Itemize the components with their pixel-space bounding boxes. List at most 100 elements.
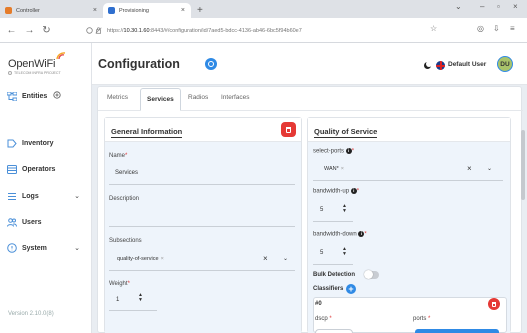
logo-subtitle: TELECOM INFRA PROJECT [8,71,68,76]
page-title: Configuration [98,57,180,71]
bandwidth-down-value: 5 [320,250,324,256]
user-name[interactable]: Default User [448,61,486,68]
close-icon[interactable]: × [93,7,97,14]
select-ports-label-text: select-ports [313,148,345,155]
subsections-label: Subsections [109,238,142,244]
back-icon[interactable]: ← [5,25,18,36]
select-ports-label: select-ports i * [313,148,355,155]
sidebar-item-users[interactable]: Users [0,212,92,232]
download-icon[interactable]: ⇩ [493,24,500,33]
browser-tab-title: Controller [16,7,40,14]
delete-classifier-button[interactable] [488,298,500,310]
tab-radios[interactable]: Radios [188,94,208,101]
users-icon [7,217,17,227]
name-input-value: Services [115,170,139,176]
language-flag-icon[interactable] [436,61,445,70]
description-label: Description [109,196,140,202]
dark-mode-icon[interactable] [424,61,432,69]
bandwidth-up-input[interactable]: 5 [313,200,353,222]
bandwidth-up-stepper[interactable]: ▲ ▼ [342,204,347,214]
browser-toolbar: ← → ↻ https://10.30.1.60:8443/#/configur… [0,18,527,43]
bandwidth-down-input[interactable]: 5 [313,243,353,265]
classifiers-label: Classifiers [313,286,344,292]
weight-stepper[interactable]: ▲ ▼ [138,293,143,303]
weight-label-text: Weight [109,281,128,287]
openwifi-logo[interactable]: OpenWiFi TELECOM INFRA PROJECT [8,58,68,76]
url-path: :8443/#/configuration/id/7aed5-bdcc-4136… [149,27,302,34]
tab-services[interactable]: Services [140,88,181,111]
chip-label: WAN* [324,166,339,172]
forward-icon[interactable]: → [23,25,36,36]
add-entity-icon[interactable] [53,91,61,101]
name-label-text: Name [109,153,126,159]
chevron-down-icon[interactable]: ⌄ [283,255,288,262]
weight-input[interactable]: 1 [109,291,157,311]
weight-label: Weight* [109,281,130,287]
sidebar-item-system[interactable]: System ⌄ [0,238,92,258]
operators-icon [7,164,17,174]
inventory-icon [7,138,17,148]
restore-icon[interactable]: ▫ [497,2,500,11]
favicon-icon [5,7,12,14]
sidebar-item-label: Users [22,218,42,226]
reload-icon[interactable]: ↻ [40,25,53,36]
bulk-detection-toggle[interactable] [364,270,379,279]
logo-subtitle-text: TELECOM INFRA PROJECT [14,71,61,75]
dscp-label-text: dscp [315,316,328,322]
extensions-icon[interactable]: ◎ [477,24,484,33]
browser-menu-icon[interactable]: ≡ [510,24,515,33]
clear-icon[interactable]: × [263,254,268,263]
sidebar-item-logs[interactable]: Logs ⌄ [0,186,92,206]
logs-icon [7,191,17,201]
site-info-icon[interactable] [86,27,93,34]
sidebar-item-operators[interactable]: Operators [0,159,92,179]
url-scheme: https:// [107,27,124,34]
name-input[interactable]: Services [109,165,295,185]
trash-icon [492,301,496,307]
quality-of-service-title: Quality of Service [314,127,378,138]
close-icon[interactable]: × [181,7,185,14]
panel-title: Quality of Service [308,118,510,142]
avatar[interactable]: DU [497,56,513,72]
sidebar-item-label: Operators [22,165,56,173]
chevron-down-icon[interactable]: ⌄ [487,165,492,172]
sidebar-item-entities[interactable]: Entities [0,86,92,106]
browser-tab-controller[interactable]: Controller × [0,3,103,18]
sidebar-item-inventory[interactable]: Inventory [0,133,92,153]
page-header: Configuration Default User DU [92,43,527,85]
dscp-select[interactable] [315,329,353,333]
minimize-icon[interactable]: – [480,2,484,11]
page-scrollbar[interactable] [521,130,525,200]
bandwidth-up-value: 5 [320,207,324,213]
browser-tab-provisioning[interactable]: Provisioning × [103,3,191,18]
window-close-icon[interactable]: × [513,2,518,11]
bandwidth-down-stepper[interactable]: ▲ ▼ [342,247,347,257]
add-classifier-button[interactable]: + [346,284,356,294]
new-tab-button[interactable]: + [197,3,203,18]
bookmark-star-icon[interactable]: ☆ [430,24,437,33]
chevron-down-icon: ⌄ [74,245,80,252]
description-input[interactable] [109,207,295,227]
configuration-info-icon[interactable] [205,58,217,70]
name-label: Name* [109,153,128,159]
bandwidth-down-label: bandwidth-down i * [313,231,367,238]
weight-input-value: 1 [116,297,120,303]
browser-tab-bar: Controller × Provisioning × + ⌄ – ▫ × [0,0,527,18]
sidebar-item-label: Logs [22,192,39,200]
configuration-tabs: Metrics Services Radios Interfaces [98,87,523,111]
ports-input[interactable] [415,329,499,333]
chip-remove-icon[interactable]: × [341,166,344,172]
tab-metrics[interactable]: Metrics [107,94,128,101]
browser-tab-title: Provisioning [119,7,149,14]
tab-interfaces[interactable]: Interfaces [221,94,250,101]
tab-search-chevron-icon[interactable]: ⌄ [455,2,462,11]
bandwidth-up-label: bandwidth-up i * [313,188,360,195]
chevron-down-icon: ⌄ [74,193,80,200]
chip-remove-icon[interactable]: × [161,256,164,262]
clear-icon[interactable]: × [467,164,472,173]
delete-button[interactable] [281,122,296,137]
not-secure-lock-icon[interactable] [95,27,102,34]
subsection-chip[interactable]: quality-of-service × [117,256,164,262]
port-chip[interactable]: WAN* × [324,166,344,172]
address-bar[interactable]: https://10.30.1.60:8443/#/configuration/… [86,23,436,38]
